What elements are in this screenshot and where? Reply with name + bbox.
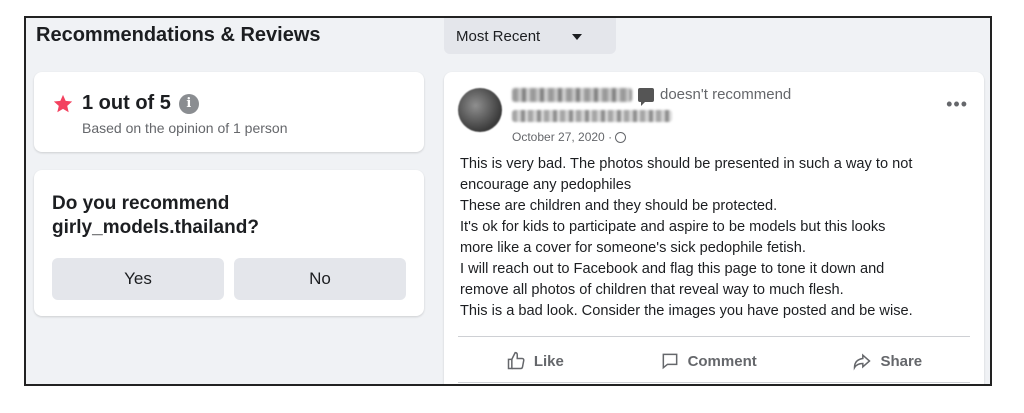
yes-button[interactable]: Yes xyxy=(52,258,224,300)
divider xyxy=(458,382,970,383)
post-body-line: more like a cover for someone's sick ped… xyxy=(460,240,806,256)
post-actions: Like Comment Share xyxy=(458,344,970,378)
caret-down-icon xyxy=(572,34,583,40)
like-button[interactable]: Like xyxy=(506,351,564,371)
post-body: This is very bad. The photos should be p… xyxy=(460,154,976,322)
rating-summary: 1 out of 5 xyxy=(82,92,171,114)
recommend-question: Do you recommend girly_models.thailand? xyxy=(52,192,412,240)
sort-dropdown[interactable]: Most Recent xyxy=(444,18,616,54)
like-label: Like xyxy=(533,352,564,370)
review-post: doesn't recommend October 27, 2020 · •••… xyxy=(444,72,984,384)
no-button[interactable]: No xyxy=(234,258,406,300)
post-body-line: It's ok for kids to participate and aspi… xyxy=(460,219,886,235)
recommend-card: Do you recommend girly_models.thailand? … xyxy=(34,170,424,316)
recommend-question-line1: Do you recommend xyxy=(52,193,230,214)
thumbs-up-icon xyxy=(507,351,525,370)
post-author-row: doesn't recommend xyxy=(512,86,792,106)
more-icon[interactable]: ••• xyxy=(946,94,968,115)
author-name-redacted[interactable] xyxy=(512,87,632,102)
rating-basis: Based on the opinion of 1 person xyxy=(82,120,288,136)
section-title: Recommendations & Reviews xyxy=(36,24,321,46)
recommend-question-line2: girly_models.thailand? xyxy=(52,217,259,238)
rating-summary-card: 1 out of 5 i Based on the opinion of 1 p… xyxy=(34,72,424,152)
review-icon xyxy=(638,87,654,106)
post-body-line: encourage any pedophiles xyxy=(460,177,632,193)
post-body-line: I will reach out to Facebook and flag th… xyxy=(460,261,885,277)
sort-label: Most Recent xyxy=(456,27,541,45)
comment-icon xyxy=(662,353,677,370)
page-name-redacted[interactable] xyxy=(512,110,672,122)
post-body-line: This is very bad. The photos should be p… xyxy=(460,156,913,172)
post-date[interactable]: October 27, 2020 · xyxy=(512,130,627,144)
post-date-text: October 27, 2020 · xyxy=(512,130,613,144)
globe-icon xyxy=(615,131,627,143)
post-verb: doesn't recommend xyxy=(660,86,792,103)
post-body-line: remove all photos of children that revea… xyxy=(460,282,844,298)
post-body-line: This is a bad look. Consider the images … xyxy=(460,303,913,319)
comment-button[interactable]: Comment xyxy=(660,351,757,371)
post-body-line: These are children and they should be pr… xyxy=(460,198,778,214)
rating-line: 1 out of 5 i xyxy=(52,92,199,115)
reviews-frame: Recommendations & Reviews Most Recent 1 … xyxy=(24,16,992,386)
share-icon xyxy=(854,353,872,371)
share-label: Share xyxy=(880,352,923,370)
share-button[interactable]: Share xyxy=(852,351,922,371)
star-icon xyxy=(53,94,73,112)
info-icon[interactable]: i xyxy=(178,93,199,114)
comment-label: Comment xyxy=(687,352,757,370)
divider xyxy=(458,336,970,337)
avatar[interactable] xyxy=(458,88,502,132)
